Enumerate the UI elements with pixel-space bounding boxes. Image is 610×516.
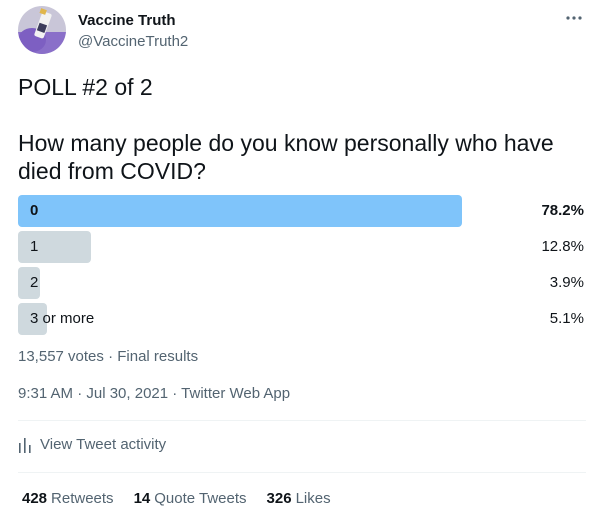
poll-option-2[interactable]: 2 3.9% xyxy=(18,267,586,299)
retweets-stat[interactable]: 428 Retweets xyxy=(22,490,114,507)
avatar-image xyxy=(18,6,66,54)
tweet-question: How many people do you know personally w… xyxy=(18,130,554,184)
poll-option-label: 1 xyxy=(30,238,39,255)
poll-option-percent: 3.9% xyxy=(549,274,584,291)
poll-option-percent: 78.2% xyxy=(541,202,584,219)
bar-chart-icon xyxy=(19,437,31,453)
author-name[interactable]: Vaccine Truth xyxy=(78,12,176,29)
poll-option-0[interactable]: 0 78.2% xyxy=(18,195,586,227)
quote-tweets-label: Quote Tweets xyxy=(154,490,247,507)
divider xyxy=(18,472,586,473)
poll-option-label: 0 xyxy=(30,202,39,219)
meta-separator: · xyxy=(168,385,182,402)
likes-count: 326 xyxy=(266,490,292,507)
poll: 0 78.2% 1 12.8% 2 3.9% 3 or more 5.1% xyxy=(18,195,586,339)
poll-option-label: 2 xyxy=(30,274,39,291)
tweet: Vaccine Truth @VaccineTruth2 POLL #2 of … xyxy=(0,0,610,516)
poll-bar xyxy=(18,195,462,227)
tweet-line-poll-number: POLL #2 of 2 xyxy=(18,74,153,100)
poll-option-1[interactable]: 1 12.8% xyxy=(18,231,586,263)
likes-stat[interactable]: 326 Likes xyxy=(267,490,331,507)
tweet-source-link[interactable]: Twitter Web App xyxy=(181,385,290,402)
avatar[interactable] xyxy=(18,6,66,54)
poll-option-label: 3 or more xyxy=(30,310,95,327)
quote-tweets-stat[interactable]: 14 Quote Tweets xyxy=(134,490,247,507)
author-handle[interactable]: @VaccineTruth2 xyxy=(78,33,188,50)
poll-summary: 13,557 votes · Final results xyxy=(18,348,199,365)
poll-option-3[interactable]: 3 or more 5.1% xyxy=(18,303,586,335)
retweets-count: 428 xyxy=(22,490,48,507)
poll-option-percent: 5.1% xyxy=(549,310,584,327)
activity-label: View Tweet activity xyxy=(40,436,167,453)
more-options-button[interactable] xyxy=(562,6,586,30)
divider xyxy=(18,420,586,421)
retweets-label: Retweets xyxy=(51,490,114,507)
more-dots-icon xyxy=(566,16,582,20)
tweet-meta: 9:31 AM · Jul 30, 2021 · Twitter Web App xyxy=(18,385,290,402)
poll-bar xyxy=(18,231,91,263)
view-tweet-activity-link[interactable]: View Tweet activity xyxy=(18,436,166,453)
engagement-stats: 428 Retweets 14 Quote Tweets 326 Likes xyxy=(22,490,351,507)
poll-option-percent: 12.8% xyxy=(541,238,584,255)
tweet-text: POLL #2 of 2 How many people do you know… xyxy=(18,73,598,185)
tweet-timestamp-link[interactable]: 9:31 AM · Jul 30, 2021 xyxy=(18,385,168,402)
likes-label: Likes xyxy=(295,490,331,507)
quote-tweets-count: 14 xyxy=(133,490,151,507)
